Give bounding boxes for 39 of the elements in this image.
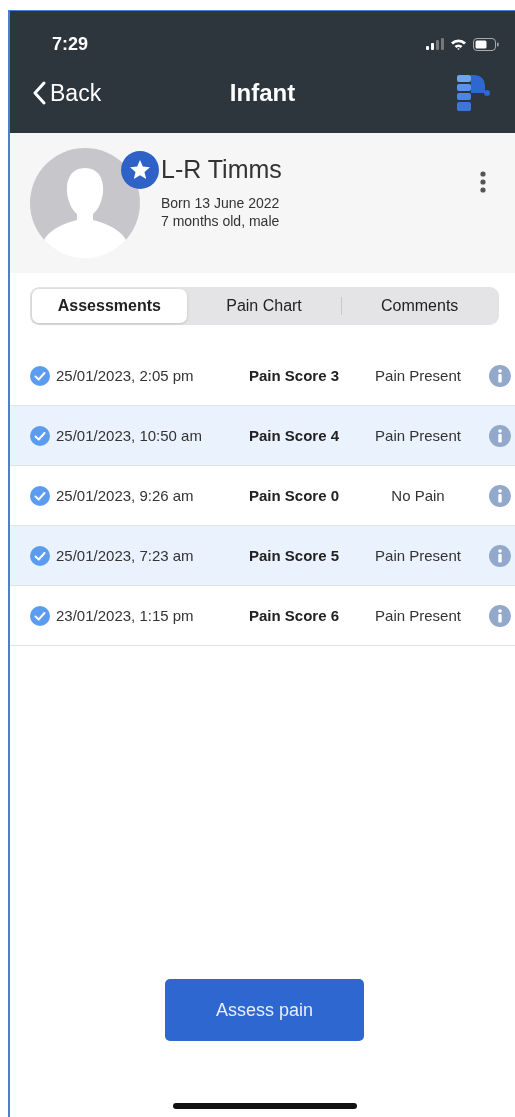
patient-name: L-R Timms	[161, 155, 283, 184]
info-icon[interactable]	[489, 604, 511, 627]
tab[interactable]: Comments	[342, 289, 497, 323]
status-time: 7:29	[52, 33, 89, 55]
star-badge-icon[interactable]	[120, 150, 160, 190]
wifi-icon	[450, 38, 467, 50]
pain-status: Pain Present	[374, 427, 462, 444]
tab[interactable]: Pain Chart	[186, 289, 342, 323]
info-icon[interactable]	[489, 424, 511, 447]
chevron-left-icon	[32, 81, 46, 105]
battery-icon	[473, 37, 499, 51]
assessment-date: 25/01/2023, 10:50 am	[56, 427, 203, 444]
app-logo-icon[interactable]	[455, 73, 491, 113]
info-icon[interactable]	[489, 544, 511, 567]
pain-status: Pain Present	[374, 547, 462, 564]
assessment-date: 25/01/2023, 2:05 pm	[56, 367, 195, 384]
pain-score: Pain Score 3	[247, 367, 340, 384]
more-options-icon[interactable]	[479, 170, 487, 194]
assessment-row[interactable]: 25/01/2023, 10:50 am Pain Score 4 Pain Present	[10, 406, 515, 466]
info-icon[interactable]	[489, 364, 511, 387]
pain-status: No Pain	[390, 487, 446, 504]
back-button[interactable]: Back	[32, 79, 102, 107]
signal-icon	[426, 38, 444, 50]
assess-pain-button[interactable]: Assess pain	[165, 979, 364, 1041]
pain-status: Pain Present	[374, 607, 462, 624]
assessment-row[interactable]: 25/01/2023, 7:23 am Pain Score 5 Pain Present	[10, 526, 515, 586]
assessment-date: 23/01/2023, 1:15 pm	[56, 607, 195, 624]
pain-score: Pain Score 0	[247, 487, 340, 504]
tab[interactable]: Assessments	[32, 289, 187, 323]
birth-date: Born 13 June 2022	[161, 194, 281, 212]
assessment-date: 25/01/2023, 7:23 am	[56, 547, 195, 564]
pain-score: Pain Score 4	[247, 427, 340, 444]
pain-score: Pain Score 6	[247, 607, 340, 624]
pain-status: Pain Present	[374, 367, 462, 384]
assessment-date: 25/01/2023, 9:26 am	[56, 487, 195, 504]
info-icon[interactable]	[489, 484, 511, 507]
age-sex: 7 months old, male	[161, 212, 281, 230]
screen-title: Infant	[229, 79, 296, 107]
pain-score: Pain Score 5	[247, 547, 340, 564]
